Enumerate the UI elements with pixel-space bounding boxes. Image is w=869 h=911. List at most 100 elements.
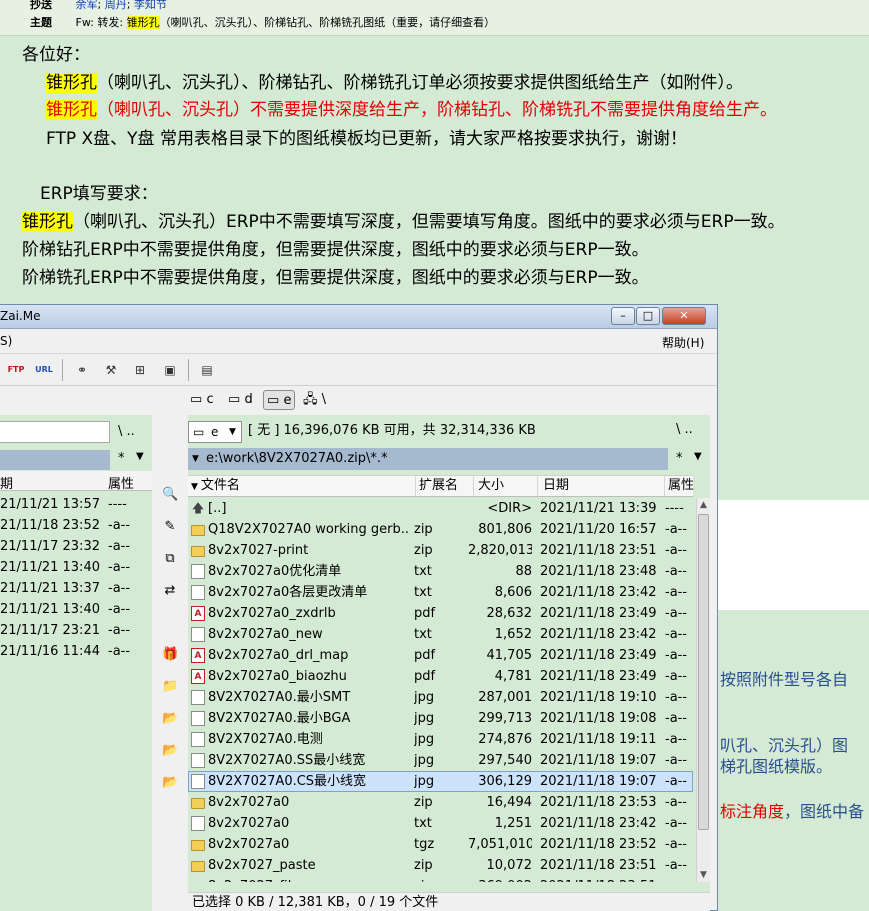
drive-letter: c <box>206 392 214 407</box>
close-button[interactable]: ✕ <box>662 307 706 325</box>
list-item[interactable]: 21/11/17 23:21 -a-- <box>0 620 152 641</box>
file-name: 8v2x7027a0 <box>208 795 290 810</box>
file-row[interactable]: 8V2X7027A0.最小BGA jpg 299,713 2021/11/18 19:… <box>188 708 693 729</box>
row-date: 21/11/21 13:57 <box>0 497 100 512</box>
notes-icon[interactable]: ▤ <box>197 360 217 380</box>
archive-icon[interactable]: 🎁 <box>162 647 178 663</box>
new-folder-icon[interactable]: 📁 <box>162 679 178 695</box>
folder-icon[interactable]: 📂 <box>162 743 178 759</box>
list-item[interactable]: 21/11/16 11:44 -a-- <box>0 641 152 662</box>
drive-select[interactable]: ▭ e ▼ <box>188 421 242 443</box>
file-row[interactable]: 8V2X7027A0.SS最小线宽 jpg 297,540 2021/11/18 19… <box>188 750 693 771</box>
file-row[interactable]: A 8v2x7027a0_biaozhu pdf 4,781 2021/11/18 23… <box>188 666 693 687</box>
scroll-down-arrow[interactable]: ▼ <box>697 868 710 882</box>
scroll-thumb[interactable] <box>698 514 709 830</box>
file-row[interactable]: A 8v2x7027a0_zxdrlb pdf 28,632 2021/11/18 23… <box>188 603 693 624</box>
file-attr: -a-- <box>665 876 693 882</box>
ftp-icon[interactable]: FTP <box>6 360 26 380</box>
url-icon[interactable]: URL <box>34 360 54 380</box>
move-icon[interactable]: ⇄ <box>162 583 178 599</box>
column-attr[interactable]: 属性 <box>108 473 134 492</box>
row-date: 21/11/17 23:21 <box>0 623 100 638</box>
edit-icon[interactable]: ✎ <box>162 519 178 535</box>
copy-icon[interactable]: ⧉ <box>162 551 178 567</box>
file-date: 2021/11/18 19:07 <box>540 774 657 789</box>
list-item[interactable]: 21/11/17 23:32 -a-- <box>0 536 152 557</box>
list-item[interactable]: 21/11/18 23:52 -a-- <box>0 515 152 536</box>
file-attr: -a-- <box>665 522 688 537</box>
list-item[interactable]: 21/11/21 13:37 -a-- <box>0 578 152 599</box>
drive-c-button[interactable]: ▭ c <box>190 390 214 410</box>
list-item[interactable]: 21/11/21 13:57 ---- <box>0 494 152 515</box>
file-name: 8v2x7027a0_drl_map <box>208 648 349 663</box>
fragment-red: 角度 <box>752 802 785 821</box>
folder-icon[interactable]: 📂 <box>162 711 178 727</box>
title-bar[interactable]: Zai.Me – □ ✕ <box>0 305 717 329</box>
file-ext: jpg <box>414 732 435 747</box>
list-item[interactable]: 21/11/21 13:40 -a-- <box>0 557 152 578</box>
view-icon[interactable]: 🔍 <box>162 487 178 503</box>
file-row[interactable]: 8v2x7027a0 zip 16,494 2021/11/18 23:53 -a-- <box>188 792 693 813</box>
file-row[interactable]: 8V2X7027A0.CS最小线宽 jpg 306,129 2021/11/18 19… <box>188 771 693 792</box>
minimize-button[interactable]: – <box>611 307 635 325</box>
left-current-path[interactable] <box>0 450 110 470</box>
chevron-down-icon[interactable]: ▼ <box>694 451 702 462</box>
network-drive-button[interactable]: 🖧 \ <box>303 390 326 410</box>
left-path-box[interactable] <box>0 421 110 443</box>
file-row[interactable]: 8v2x7027a0 tgz 7,051,010 2021/11/18 23:52 -a… <box>188 834 693 855</box>
file-date: 2021/11/18 19:11 <box>540 732 657 747</box>
list-item[interactable]: 21/11/21 13:40 -a-- <box>0 599 152 620</box>
folder-icon[interactable]: 📂 <box>162 775 178 791</box>
current-path-bar[interactable]: ▼ e:\work\8V2X7027A0.zip\*.* <box>188 448 668 470</box>
tools-icon[interactable]: ⚒ <box>101 360 121 380</box>
file-row[interactable]: 🡅 [..] <DIR> 2021/11/21 13:39 ---- <box>188 498 693 519</box>
column-size[interactable]: 大小 <box>474 476 538 496</box>
column-date[interactable]: 期 <box>0 473 13 492</box>
right-filter[interactable]: * <box>676 451 683 466</box>
left-filter[interactable]: * <box>118 451 125 466</box>
drive-e-button[interactable]: ▭ e <box>263 390 296 410</box>
drive-d-button[interactable]: ▭ d <box>228 390 253 410</box>
file-attr: ---- <box>665 501 684 516</box>
chevron-down-icon[interactable]: ▼ <box>136 451 144 462</box>
left-path-tail[interactable]: \ .. <box>118 424 135 439</box>
menu-item-help[interactable]: 帮助(H) <box>662 334 704 351</box>
binoculars-icon[interactable]: ⚭ <box>72 360 92 380</box>
scroll-up-arrow[interactable]: ▲ <box>697 498 710 512</box>
file-date: 2021/11/18 23:49 <box>540 669 657 684</box>
right-path-tail[interactable]: \ .. <box>676 422 693 437</box>
file-ext: txt <box>414 627 432 642</box>
greeting: 各位好： <box>22 45 90 65</box>
file-name: 8v2x7027a0_biaozhu <box>208 669 347 684</box>
vertical-scrollbar[interactable]: ▲ ▼ <box>696 498 710 882</box>
file-date: 2021/11/18 23:51 <box>540 543 657 558</box>
row-attr: -a-- <box>108 518 131 533</box>
file-row[interactable]: 8v2x7027-print zip 2,820,013 2021/11/18 23:… <box>188 540 693 561</box>
file-size: 299,713 <box>478 711 532 726</box>
file-date: 2021/11/18 23:42 <box>540 627 657 642</box>
column-name[interactable]: ▼ 文件名 <box>188 476 416 496</box>
maximize-button[interactable]: □ <box>636 307 660 325</box>
tree-icon[interactable]: ⊞ <box>130 360 150 380</box>
cc-recipient[interactable]: 李知节 <box>134 0 167 11</box>
file-row[interactable]: 8V2X7027A0.最小SMT jpg 287,001 2021/11/18 19:… <box>188 687 693 708</box>
cc-recipient[interactable]: 余军 <box>76 0 98 11</box>
file-row[interactable]: 8v2x7027a0 txt 1,251 2021/11/18 23:42 -a-- <box>188 813 693 834</box>
file-row[interactable]: 8v2x7027a0各层更改清单 txt 8,606 2021/11/18 23:42… <box>188 582 693 603</box>
chevron-down-icon[interactable]: ▼ <box>229 422 236 442</box>
fragment-tail: ，图纸中备 <box>784 802 865 821</box>
pack-icon[interactable]: ▣ <box>160 360 180 380</box>
file-row[interactable]: 8v2x7027_filmzip369,002 2021/11/18 23:51-… <box>188 876 693 882</box>
file-row[interactable]: Q18V2X7027A0 working gerb.. zip 801,806 202… <box>188 519 693 540</box>
file-row[interactable]: A 8v2x7027a0_drl_map pdf 41,705 2021/11/18 2… <box>188 645 693 666</box>
column-attr[interactable]: 属性 <box>665 476 694 496</box>
menu-item-partial[interactable]: S) <box>0 334 12 348</box>
cc-recipient[interactable]: 周丹 <box>105 0 127 11</box>
file-row[interactable]: 8v2x7027a0_new txt 1,652 2021/11/18 23:42 -a… <box>188 624 693 645</box>
file-size: 287,001 <box>478 690 532 705</box>
column-ext[interactable]: 扩展名 <box>416 476 474 496</box>
file-row[interactable]: 8V2X7027A0.电测 jpg 274,876 2021/11/18 19:11-… <box>188 729 693 750</box>
column-date[interactable]: 日期 <box>538 476 665 496</box>
file-row[interactable]: 8v2x7027_paste zip 10,072 2021/11/18 23:51-… <box>188 855 693 876</box>
file-row[interactable]: 8v2x7027a0优化清单 txt 88 2021/11/18 23:48 -a-- <box>188 561 693 582</box>
